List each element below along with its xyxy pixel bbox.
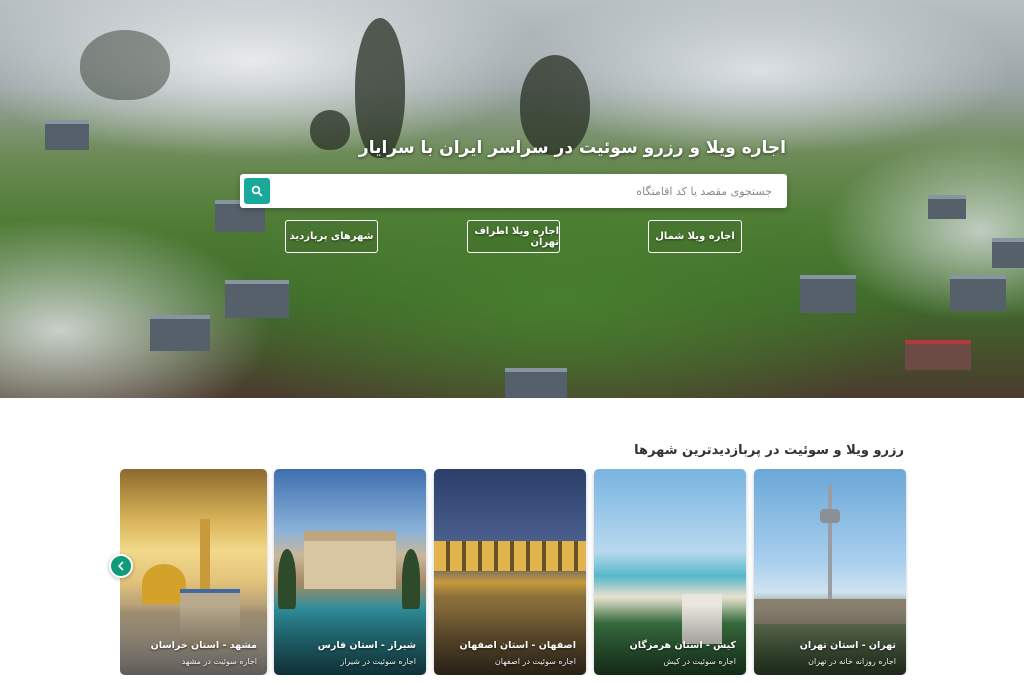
house-shape bbox=[905, 340, 971, 370]
house-shape bbox=[45, 120, 89, 150]
north-villa-label: اجاره ویلا شمال bbox=[655, 231, 735, 242]
city-card-shiraz[interactable]: شیراز - استان فارس اجاره سوئیت در شیراز bbox=[274, 469, 426, 675]
section-title: رزرو ویلا و سوئیت در پربازدیدترین شهرها bbox=[634, 443, 904, 458]
tehran-villa-label: اجاره ویلا اطراف تهران bbox=[474, 225, 559, 248]
search-bar bbox=[240, 174, 787, 208]
search-button[interactable] bbox=[244, 178, 270, 204]
palace-shape bbox=[304, 531, 396, 589]
popular-cities-button[interactable]: شهرهای پربازدید bbox=[285, 220, 378, 253]
hero-title: اجاره ویلا و رزرو سوئیت در سراسر ایران ب… bbox=[358, 138, 786, 158]
house-shape bbox=[225, 280, 289, 318]
card-subtitle: اجاره سوئیت در کیش bbox=[663, 657, 736, 666]
hero-banner: اجاره ویلا و رزرو سوئیت در سراسر ایران ب… bbox=[0, 0, 1024, 398]
city-carousel: تهران - استان تهران اجاره روزانه خانه در… bbox=[120, 469, 908, 675]
card-subtitle: اجاره سوئیت در اصفهان bbox=[494, 657, 576, 666]
card-title: تهران - استان تهران bbox=[799, 640, 896, 651]
tree-shape bbox=[80, 30, 170, 100]
card-title: مشهد - استان خراسان bbox=[150, 640, 257, 651]
palm-shape bbox=[402, 549, 420, 609]
card-subtitle: اجاره روزانه خانه در تهران bbox=[808, 657, 896, 666]
card-title: کیش - استان هرمزگان bbox=[629, 640, 736, 651]
card-title: شیراز - استان فارس bbox=[317, 640, 416, 651]
search-input[interactable] bbox=[274, 174, 774, 208]
chevron-left-icon bbox=[118, 561, 124, 571]
palm-shape bbox=[278, 549, 296, 609]
carousel-prev-button[interactable] bbox=[109, 554, 133, 578]
tehran-villa-button[interactable]: اجاره ویلا اطراف تهران bbox=[467, 220, 560, 253]
search-icon bbox=[251, 185, 263, 197]
tower-shape bbox=[828, 484, 832, 614]
house-shape bbox=[950, 275, 1006, 311]
house-shape bbox=[928, 195, 966, 219]
house-shape bbox=[992, 238, 1024, 268]
house-shape bbox=[505, 368, 567, 398]
city-card-isfahan[interactable]: اصفهان - استان اصفهان اجاره سوئیت در اصف… bbox=[434, 469, 586, 675]
house-shape bbox=[800, 275, 856, 313]
city-card-kish[interactable]: کیش - استان هرمزگان اجاره سوئیت در کیش bbox=[594, 469, 746, 675]
card-subtitle: اجاره سوئیت در مشهد bbox=[181, 657, 257, 666]
north-villa-button[interactable]: اجاره ویلا شمال bbox=[648, 220, 742, 253]
popular-cities-label: شهرهای پربازدید bbox=[289, 231, 374, 242]
tree-shape bbox=[355, 18, 405, 158]
bridge-shape bbox=[434, 541, 586, 571]
city-card-mashhad[interactable]: مشهد - استان خراسان اجاره سوئیت در مشهد bbox=[120, 469, 267, 675]
card-subtitle: اجاره سوئیت در شیراز bbox=[340, 657, 416, 666]
city-card-tehran[interactable]: تهران - استان تهران اجاره روزانه خانه در… bbox=[754, 469, 906, 675]
card-title: اصفهان - استان اصفهان bbox=[459, 640, 576, 651]
house-shape bbox=[150, 315, 210, 351]
tower-head-shape bbox=[820, 509, 840, 523]
